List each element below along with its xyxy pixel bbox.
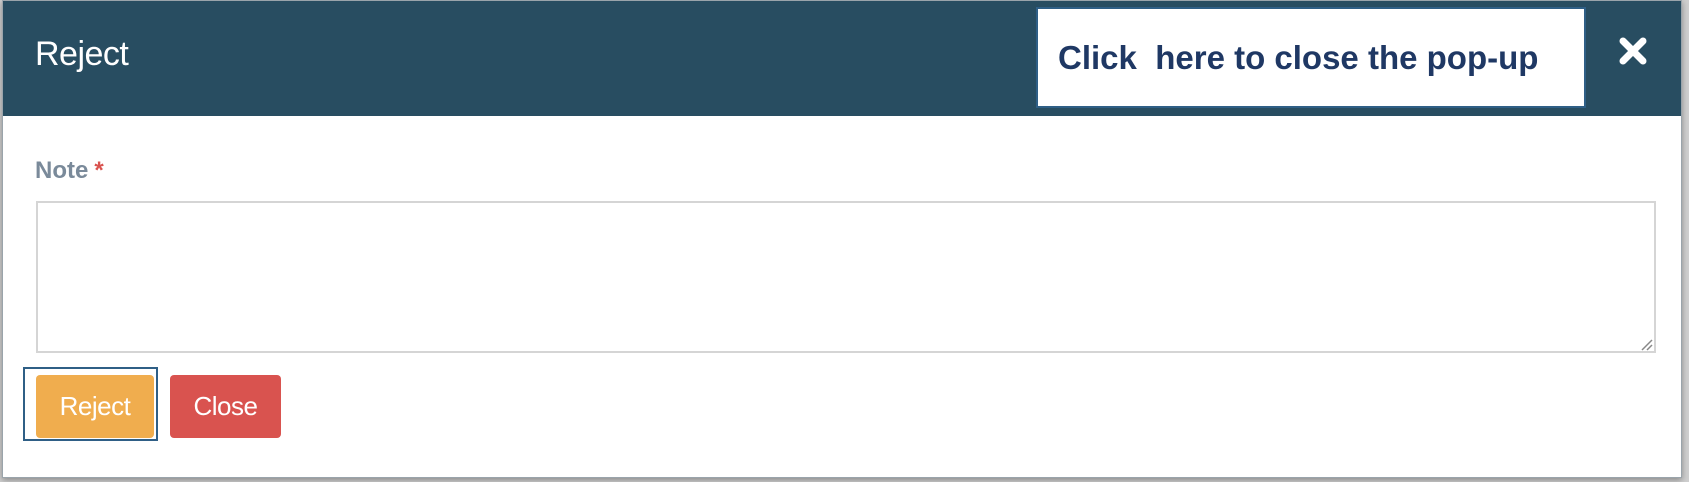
modal-close-button[interactable] bbox=[1613, 31, 1653, 71]
callout-text: Click here to close the pop-up bbox=[1058, 39, 1539, 76]
close-icon bbox=[1619, 37, 1647, 65]
tooltip-callout: Click here to close the pop-up bbox=[1036, 7, 1586, 108]
resize-grip-icon[interactable] bbox=[1637, 335, 1653, 351]
reject-button[interactable]: Reject bbox=[36, 375, 154, 438]
reject-modal: Reject Click here to close the pop-up No… bbox=[2, 0, 1682, 478]
note-label-text: Note bbox=[35, 157, 89, 184]
modal-title: Reject bbox=[35, 35, 129, 73]
close-button[interactable]: Close bbox=[170, 375, 281, 438]
note-label: Note * bbox=[35, 157, 104, 185]
note-textarea[interactable] bbox=[36, 201, 1656, 353]
required-marker: * bbox=[94, 157, 104, 184]
modal-header: Reject Click here to close the pop-up bbox=[3, 1, 1681, 116]
